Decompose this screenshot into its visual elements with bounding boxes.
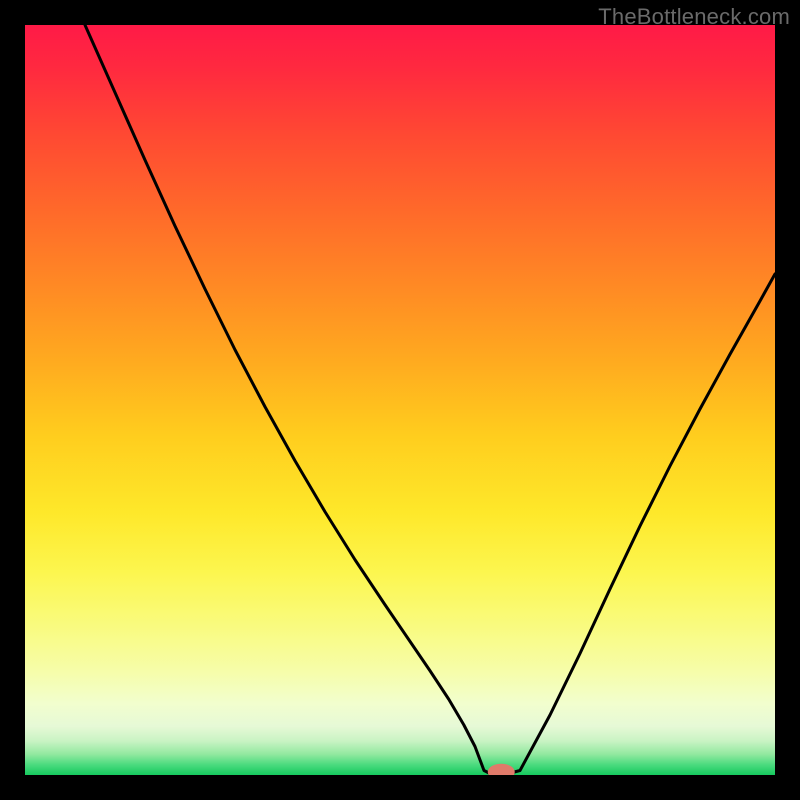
gradient-background (25, 25, 775, 775)
watermark-text: TheBottleneck.com (598, 4, 790, 30)
bottleneck-chart (25, 25, 775, 775)
plot-area (25, 25, 775, 775)
chart-frame: TheBottleneck.com (0, 0, 800, 800)
